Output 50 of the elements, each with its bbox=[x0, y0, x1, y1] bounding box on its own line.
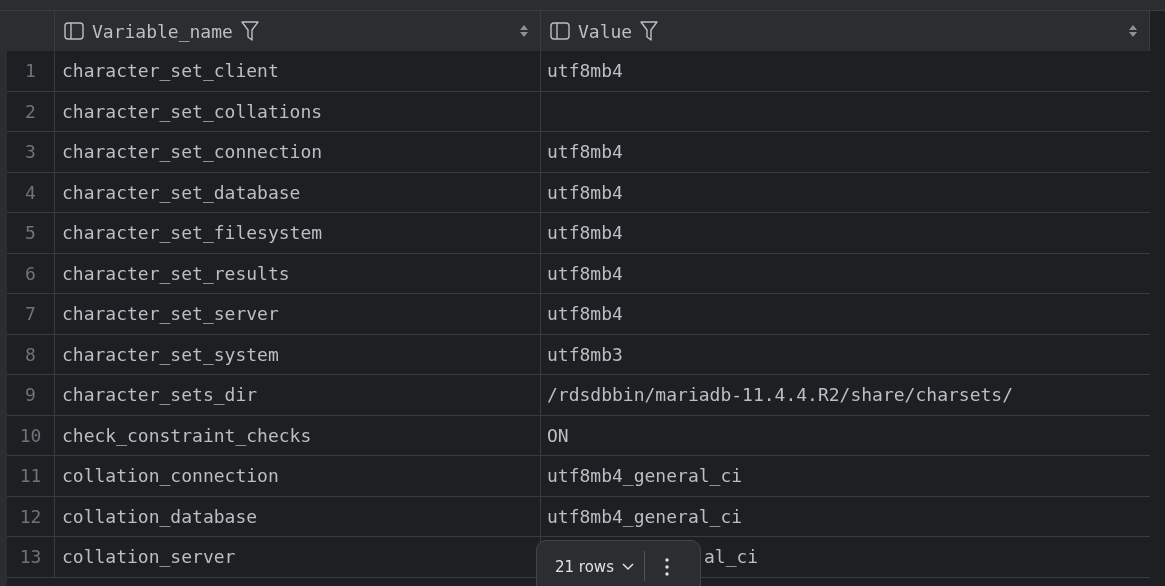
row-number: 12 bbox=[19, 504, 42, 529]
column-header[interactable]: Variable_name bbox=[55, 11, 541, 51]
table-cell-text: check_constraint_checks bbox=[62, 423, 312, 448]
row-number: 10 bbox=[19, 423, 42, 448]
table-cell-text: character_set_connection bbox=[62, 140, 323, 165]
table-cell-text: utf8mb4 bbox=[547, 261, 623, 286]
table-cell-text: al_ci bbox=[704, 545, 759, 570]
table-cell-text: utf8mb4_general_ci bbox=[547, 464, 743, 489]
table-cell-text: collation_database bbox=[62, 504, 258, 529]
row-number: 6 bbox=[25, 261, 36, 286]
column-icon bbox=[550, 22, 570, 40]
table-cell-text: character_set_client bbox=[62, 59, 279, 84]
column-title: Variable_name bbox=[92, 19, 233, 44]
table-cell-text: character_set_database bbox=[62, 180, 301, 205]
table-cell-text: utf8mb4 bbox=[547, 221, 623, 246]
filter-icon[interactable] bbox=[640, 21, 659, 41]
row-number: 3 bbox=[25, 140, 36, 165]
row-number: 8 bbox=[25, 342, 36, 367]
sort-icon[interactable] bbox=[520, 25, 528, 37]
row-number: 13 bbox=[19, 545, 42, 570]
table-cell-text: utf8mb4_general_ci bbox=[547, 504, 743, 529]
row-number: 2 bbox=[25, 99, 36, 124]
row-number: 4 bbox=[25, 180, 36, 205]
table-cell-text: character_set_results bbox=[62, 261, 290, 286]
table-cell-text: utf8mb4 bbox=[547, 59, 623, 84]
row-count-dropdown[interactable]: 21 rows bbox=[537, 551, 644, 583]
table-cell-text: utf8mb4 bbox=[547, 302, 623, 327]
row-number: 9 bbox=[25, 383, 36, 408]
table-cell-text: character_set_system bbox=[62, 342, 279, 367]
column-icon bbox=[64, 22, 84, 40]
row-number: 7 bbox=[25, 302, 36, 327]
table-cell-text: utf8mb3 bbox=[547, 342, 623, 367]
row-number: 5 bbox=[25, 221, 36, 246]
chevron-down-icon bbox=[621, 563, 634, 571]
column-title: Value bbox=[578, 19, 633, 44]
table-cell-text: utf8mb4 bbox=[547, 180, 623, 205]
row-number: 1 bbox=[25, 59, 36, 84]
table-cell-text: collation_connection bbox=[62, 464, 279, 489]
more-options-icon[interactable] bbox=[664, 557, 669, 577]
table-cell-text: utf8mb4 bbox=[547, 140, 623, 165]
filter-icon[interactable] bbox=[240, 21, 259, 41]
table-cell-text: collation_server bbox=[62, 545, 236, 570]
table-cell-text: /rdsdbbin/mariadb-11.4.4.R2/share/charsets/ bbox=[547, 383, 1013, 408]
table-cell-text: ON bbox=[547, 423, 569, 448]
table-cell-text: character_set_collations bbox=[62, 99, 323, 124]
table-cell-text: character_sets_dir bbox=[62, 383, 258, 408]
table-cell-text: character_set_filesystem bbox=[62, 221, 323, 246]
row-number: 11 bbox=[19, 464, 42, 489]
sort-icon[interactable] bbox=[1129, 25, 1137, 37]
table-cell-text: character_set_server bbox=[62, 302, 279, 327]
